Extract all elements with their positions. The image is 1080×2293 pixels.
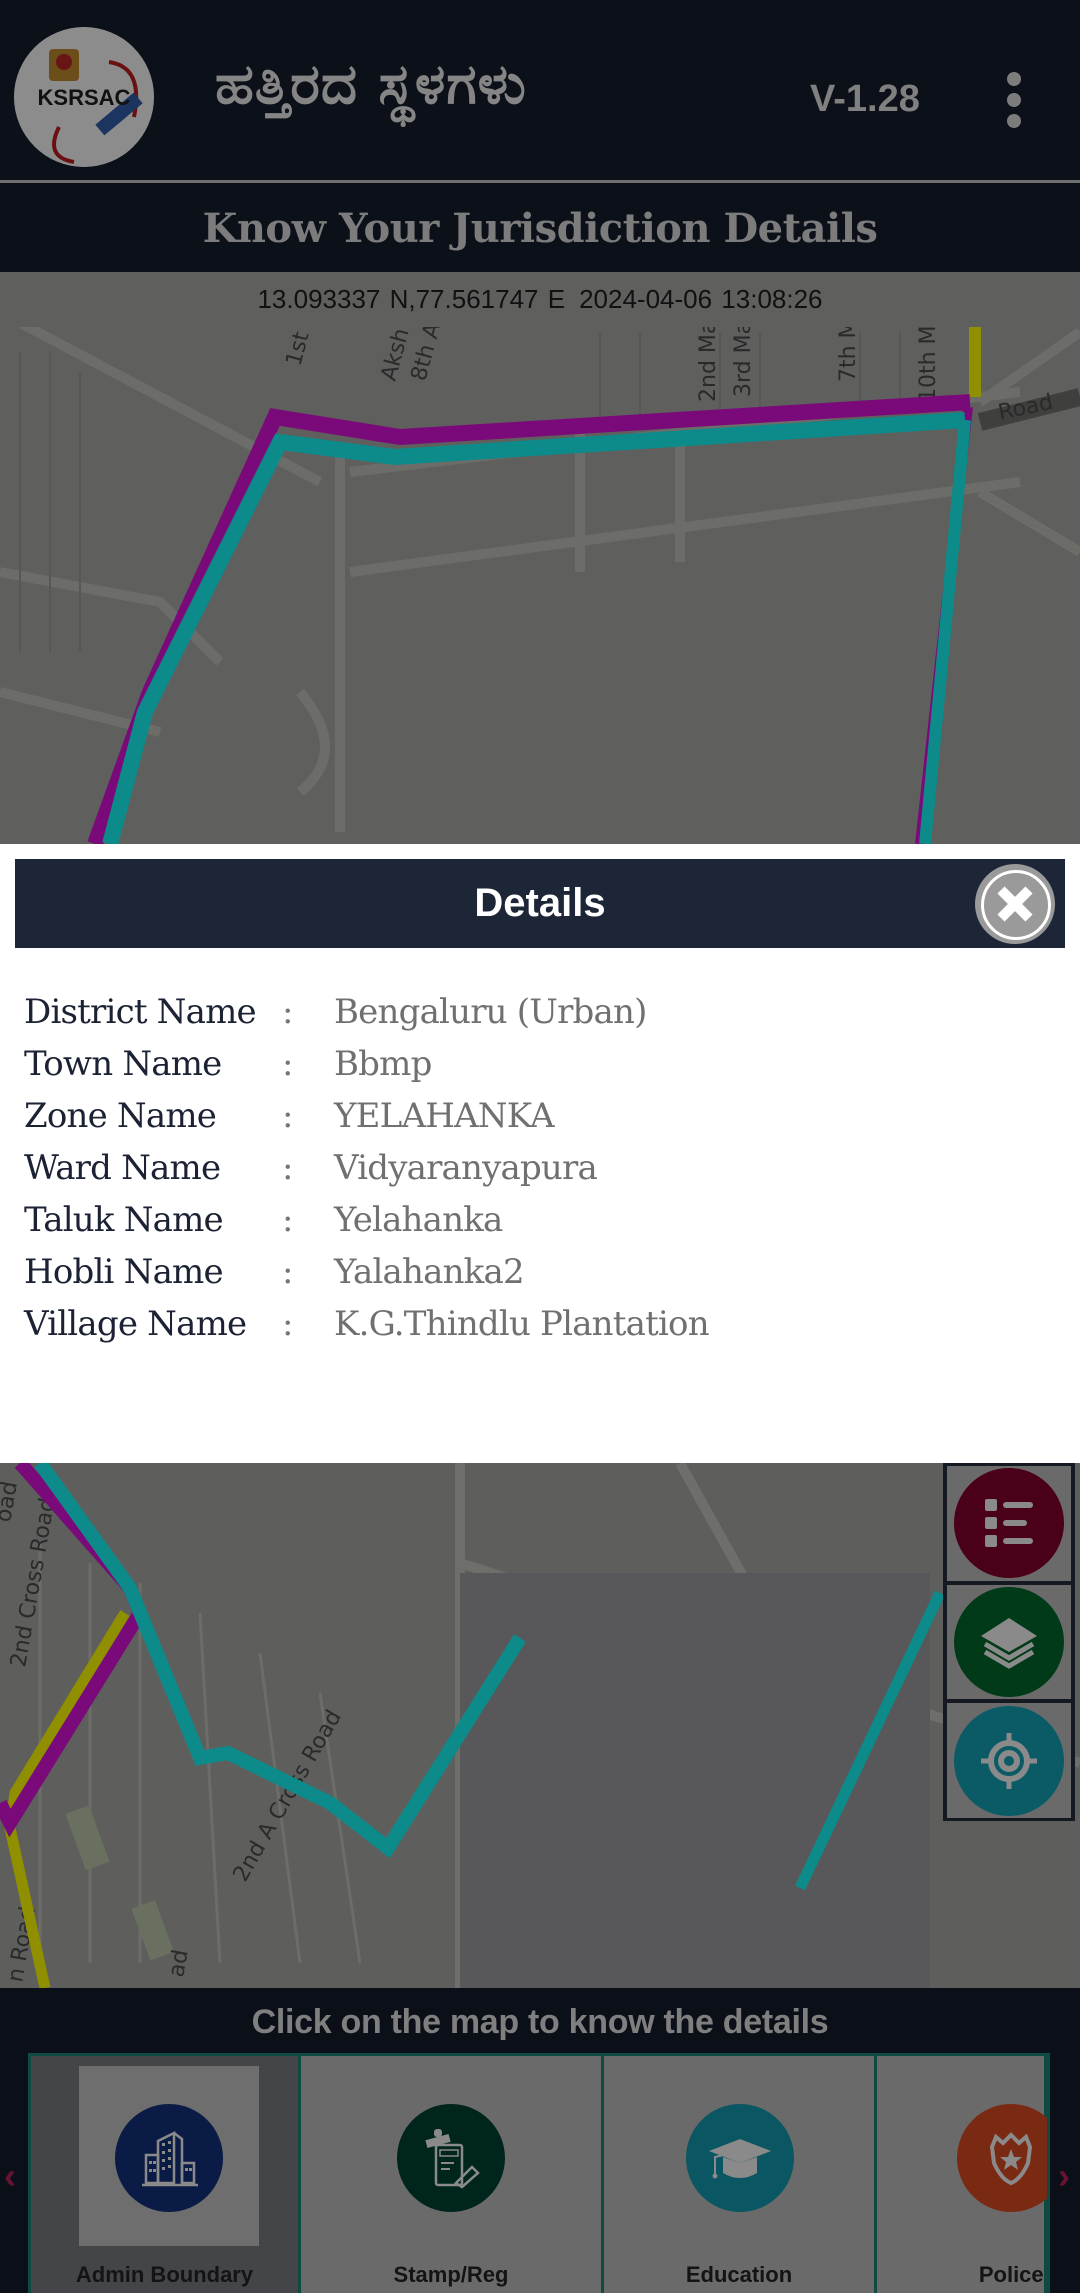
detail-separator: : — [282, 1096, 294, 1136]
detail-row-hobli: Hobli Name : Yalahanka2 — [24, 1246, 1054, 1298]
hint-text: Click on the map to know the details — [251, 2003, 829, 2041]
version-label: V-1.28 — [810, 78, 920, 120]
locate-icon — [981, 1732, 1037, 1789]
close-circle-icon — [997, 886, 1033, 922]
detail-separator: : — [282, 1304, 294, 1344]
chevron-left-icon[interactable]: ‹ — [4, 2155, 16, 2197]
map-view-top[interactable]: 1st Aksh 8th A 2nd Ma 3rd Ma 7th M 10th … — [0, 272, 1080, 844]
stamp-document-icon — [397, 2104, 505, 2212]
detail-row-town: Town Name : Bbmp — [24, 1038, 1054, 1090]
detail-separator: : — [282, 1200, 294, 1240]
category-education[interactable]: Education — [604, 2056, 877, 2293]
close-button[interactable] — [975, 864, 1055, 944]
detail-value: Bengaluru (Urban) — [334, 992, 647, 1032]
logo-emblem-icon: KSRSAC — [14, 27, 154, 167]
ksrsac-logo: KSRSAC — [14, 27, 154, 167]
map-label-8th-a: 8th A — [407, 320, 446, 383]
map-view-bottom[interactable]: oad 2nd Cross Road 2nd A Cross Road n Ro… — [0, 1463, 1080, 1988]
detail-value: Yalahanka2 — [334, 1252, 525, 1292]
lat-long-text: 13.093337 N,77.561747 E — [257, 284, 566, 314]
details-title: Details — [474, 881, 606, 925]
page-title: Know Your Jurisdiction Details — [202, 205, 878, 252]
chevron-right-icon[interactable]: › — [1058, 2155, 1070, 2197]
detail-value: Yelahanka — [334, 1200, 503, 1240]
coordinate-readout: 13.093337 N,77.561747 E 2024-04-06 13:08:… — [0, 272, 1080, 327]
detail-value: Vidyaranyapura — [334, 1148, 598, 1188]
map-label-1st: 1st — [282, 329, 315, 369]
detail-separator: : — [282, 1252, 294, 1292]
map-controls — [943, 1463, 1075, 1821]
detail-value: Bbmp — [334, 1044, 432, 1084]
app-header: KSRSAC ಹತ್ತಿರದ ಸ್ಥಳಗಳು V-1.28 — [0, 0, 1080, 183]
map-label-10th-main: 10th M — [916, 325, 941, 402]
detail-label: Ward Name — [24, 1148, 221, 1188]
details-panel: Details District Name : Bengaluru (Urban… — [0, 844, 1080, 1463]
building-icon — [115, 2104, 223, 2212]
layers-button[interactable] — [947, 1584, 1071, 1700]
detail-row-ward: Ward Name : Vidyaranyapura — [24, 1142, 1054, 1194]
detail-separator: : — [282, 1044, 294, 1084]
detail-label: Zone Name — [24, 1096, 217, 1136]
map-label-ad: ad — [164, 1948, 193, 1979]
legend-circle — [954, 1468, 1064, 1579]
detail-separator: : — [282, 992, 294, 1032]
details-header: Details — [15, 859, 1065, 948]
detail-row-district: District Name : Bengaluru (Urban) — [24, 986, 1054, 1038]
detail-label: Village Name — [24, 1304, 247, 1344]
detail-label: Hobli Name — [24, 1252, 224, 1292]
detail-row-taluk: Taluk Name : Yelahanka — [24, 1194, 1054, 1246]
detail-value: K.G.Thindlu Plantation — [334, 1304, 710, 1344]
app-title: ಹತ್ತಿರದ ಸ್ಥಳಗಳು — [215, 52, 527, 117]
detail-value: YELAHANKA — [334, 1096, 555, 1136]
map-canvas-lower[interactable]: oad 2nd Cross Road 2nd A Cross Road n Ro… — [0, 1463, 1080, 1988]
logo-text: KSRSAC — [38, 85, 131, 110]
detail-row-zone: Zone Name : YELAHANKA — [24, 1090, 1054, 1142]
layers-circle — [954, 1587, 1064, 1697]
category-label: Stamp/Reg — [393, 2262, 509, 2287]
detail-label: Town Name — [24, 1044, 222, 1084]
category-stamp-reg[interactable]: Stamp/Reg — [301, 2056, 604, 2293]
detail-row-village: Village Name : K.G.Thindlu Plantation — [24, 1298, 1054, 1350]
detail-label: District Name — [24, 992, 257, 1032]
legend-button[interactable] — [947, 1466, 1071, 1581]
details-table: District Name : Bengaluru (Urban) Town N… — [24, 986, 1054, 1350]
category-carousel[interactable]: Admin Boundary Stamp/Reg Education Polic… — [28, 2053, 1050, 2293]
category-admin-boundary[interactable]: Admin Boundary — [31, 2056, 301, 2293]
category-police-station[interactable]: Police Sta — [877, 2056, 1047, 2293]
more-vertical-icon[interactable] — [1000, 72, 1028, 128]
timestamp-text: 2024-04-06 13:08:26 — [579, 284, 823, 314]
list-icon — [985, 1499, 1033, 1548]
map-canvas[interactable]: 1st Aksh 8th A 2nd Ma 3rd Ma 7th M 10th … — [0, 272, 1080, 844]
detail-separator: : — [282, 1148, 294, 1188]
map-label-oad: oad — [0, 1479, 23, 1524]
my-location-button[interactable] — [947, 1703, 1071, 1819]
detail-label: Taluk Name — [24, 1200, 224, 1240]
graduation-cap-icon — [686, 2104, 794, 2212]
police-badge-icon — [957, 2104, 1047, 2212]
layers-icon — [981, 1618, 1037, 1669]
ward-boundary-line — [87, 394, 971, 844]
locate-circle — [954, 1705, 1064, 1816]
category-label: Admin Boundary — [75, 2262, 254, 2287]
map-label-3rd-main: 3rd Ma — [731, 321, 756, 397]
category-label: Education — [685, 2262, 793, 2287]
category-label: Police Sta — [978, 2262, 1047, 2287]
subheader: Know Your Jurisdiction Details — [0, 186, 1080, 272]
map-label-2nd-main: 2nd Ma — [696, 321, 721, 402]
bottom-bar: Click on the map to know the details Adm… — [0, 1988, 1080, 2293]
map-label-7th-main: 7th M — [836, 319, 861, 382]
